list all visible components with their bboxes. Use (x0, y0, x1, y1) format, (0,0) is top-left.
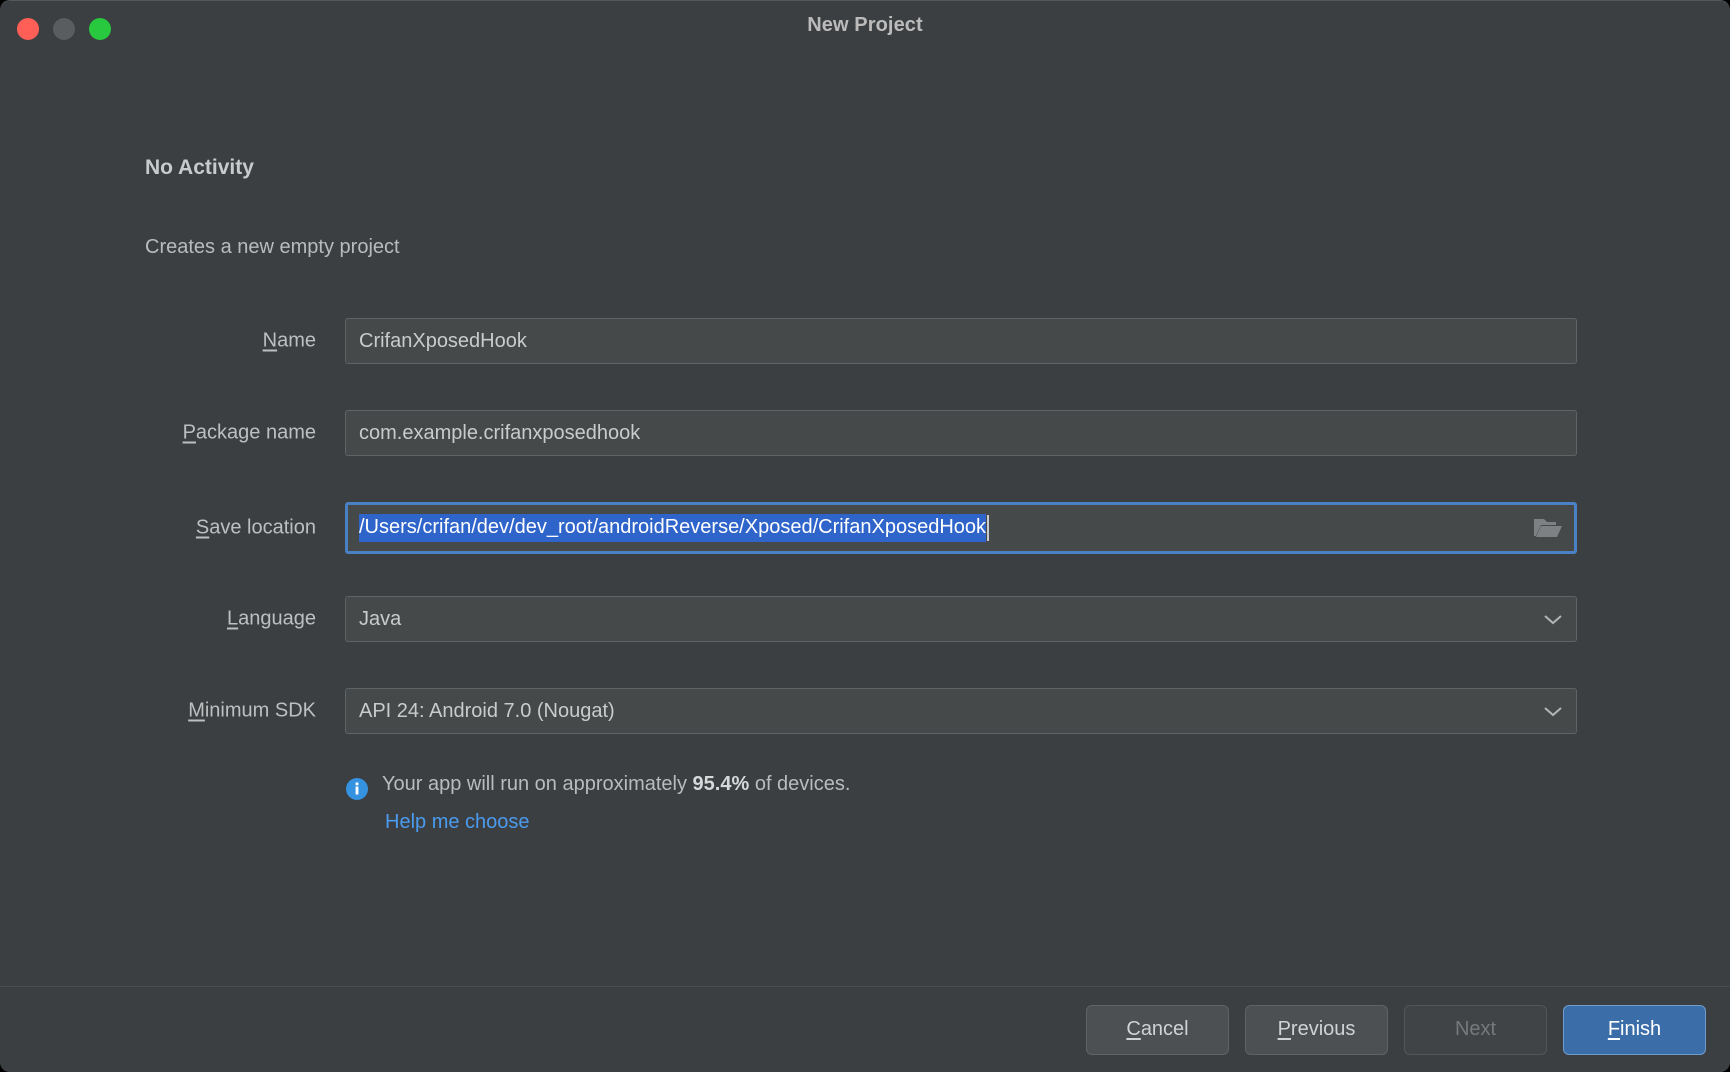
finish-button-rest: inish (1620, 1018, 1662, 1040)
cancel-button[interactable]: Cancel (1086, 1004, 1229, 1055)
chevron-down-icon[interactable] (1543, 613, 1563, 625)
folder-icon[interactable] (1533, 515, 1563, 541)
page-description: Creates a new empty project (145, 236, 400, 258)
language-label-mnemonic: L (227, 607, 239, 630)
save-location-value: /Users/crifan/dev/dev_root/androidRevers… (359, 514, 987, 542)
cancel-button-rest: ancel (1140, 1018, 1189, 1040)
minimum-sdk-label-mnemonic: M (188, 699, 205, 722)
save-location-row: Save location /Users/crifan/dev/dev_root… (0, 502, 1730, 554)
title-bar: New Project (0, 0, 1730, 56)
previous-button[interactable]: Previous (1245, 1004, 1388, 1055)
name-value: CrifanXposedHook (359, 329, 527, 352)
page-title: No Activity (145, 156, 254, 179)
chevron-down-icon[interactable] (1543, 705, 1563, 717)
language-row: Language Java (0, 596, 1730, 642)
name-label-mnemonic: N (262, 329, 278, 352)
finish-button-mnemonic: F (1607, 1018, 1621, 1040)
minimum-sdk-select[interactable]: API 24: Android 7.0 (Nougat) (345, 688, 1577, 734)
coverage-text-after: of devices. (749, 773, 851, 795)
previous-button-mnemonic: P (1277, 1018, 1291, 1040)
new-project-dialog: New Project No Activity Creates a new em… (0, 0, 1730, 1072)
finish-button[interactable]: Finish (1563, 1004, 1706, 1055)
text-caret (987, 515, 990, 541)
minimum-sdk-row: Minimum SDK API 24: Android 7.0 (Nougat) (0, 688, 1730, 734)
minimum-sdk-label: Minimum SDK (188, 700, 316, 723)
save-location-input[interactable]: /Users/crifan/dev/dev_root/androidRevers… (345, 502, 1577, 554)
cancel-button-mnemonic: C (1126, 1018, 1141, 1040)
window-title: New Project (807, 14, 923, 36)
minimum-sdk-label-rest: inimum SDK (204, 699, 316, 722)
next-button: Next (1404, 1004, 1547, 1055)
package-name-value: com.example.crifanxposedhook (359, 421, 641, 444)
dialog-footer: Cancel Previous Next Finish (0, 986, 1730, 1072)
package-name-label: Package name (183, 422, 316, 445)
info-icon (345, 777, 369, 806)
language-select[interactable]: Java (345, 596, 1577, 642)
language-label-rest: anguage (238, 607, 316, 630)
device-coverage-info: Your app will run on approximately 95.4%… (345, 774, 850, 806)
package-name-row: Package name com.example.crifanxposedhoo… (0, 410, 1730, 456)
save-location-label: Save location (196, 517, 316, 540)
package-name-label-mnemonic: P (182, 421, 196, 444)
language-label: Language (227, 608, 316, 631)
package-name-input[interactable]: com.example.crifanxposedhook (345, 410, 1577, 456)
previous-button-rest: revious (1290, 1018, 1356, 1040)
package-name-label-rest: ackage name (195, 421, 316, 444)
language-value: Java (359, 607, 402, 630)
dialog-body: No Activity Creates a new empty project … (0, 56, 1730, 986)
save-location-label-mnemonic: S (195, 516, 210, 539)
help-me-choose-link[interactable]: Help me choose (385, 811, 530, 834)
device-coverage-text: Your app will run on approximately 95.4%… (382, 774, 850, 794)
name-row: Name CrifanXposedHook (0, 318, 1730, 364)
name-input[interactable]: CrifanXposedHook (345, 318, 1577, 364)
next-button-label: Next (1454, 1018, 1497, 1040)
coverage-percent: 95.4% (692, 773, 750, 795)
name-label: Name (263, 330, 316, 353)
minimum-sdk-value: API 24: Android 7.0 (Nougat) (359, 699, 615, 722)
save-location-label-rest: ave location (209, 516, 316, 539)
coverage-text-before: Your app will run on approximately (382, 773, 693, 795)
name-label-rest: ame (277, 329, 316, 352)
